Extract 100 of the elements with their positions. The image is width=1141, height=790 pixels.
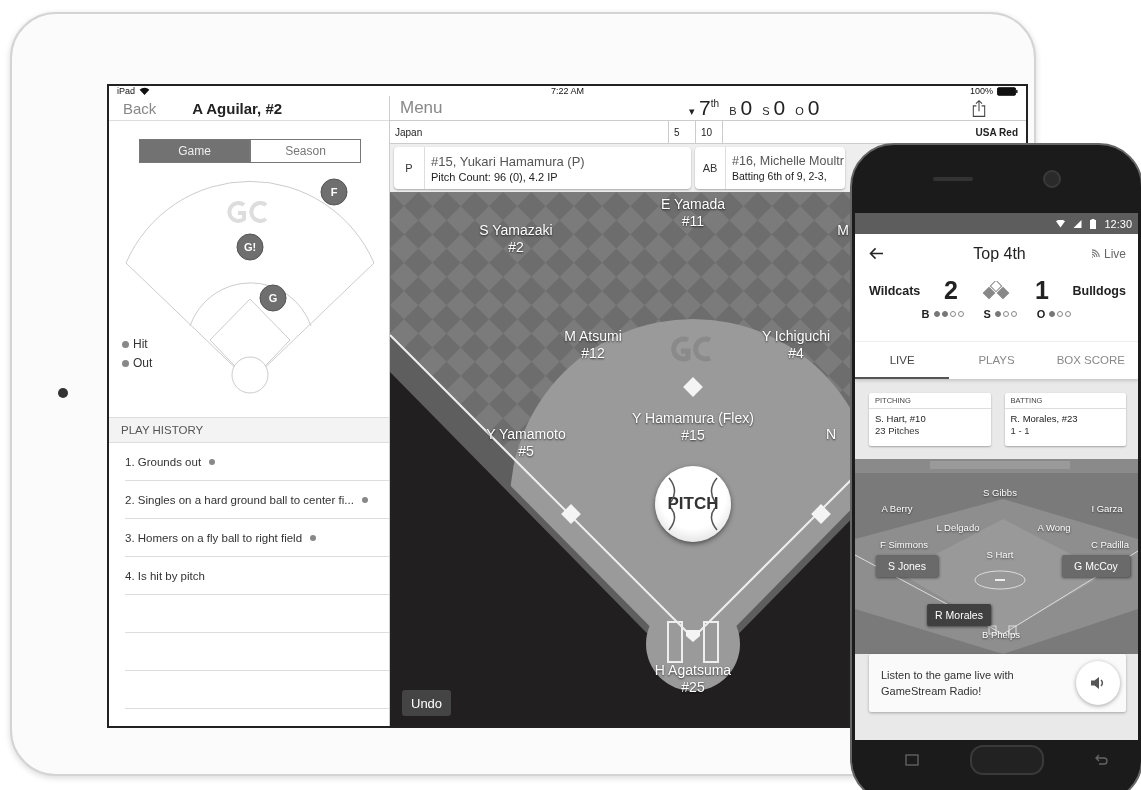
player-number: #15	[681, 427, 705, 444]
player-name[interactable]: S Yamazaki	[479, 222, 553, 239]
player-card[interactable]: P #15, Yukari Hamamura (P) Pitch Count: 96 (0), 4.2 IP	[394, 147, 691, 189]
share-icon[interactable]	[972, 98, 986, 118]
menu-button[interactable]: Menu	[400, 98, 443, 118]
player-label[interactable]: C Padilla	[1091, 538, 1129, 550]
radio-message: Listen to the game live with GameStream Radio!	[881, 668, 1015, 699]
player-chip[interactable]: G McCoy	[1062, 555, 1130, 577]
team-name: Japan	[390, 121, 669, 143]
tab[interactable]: BOX SCORE	[1043, 342, 1138, 379]
player-stats: Pitch Count: 96 (0), 4.2 IP	[431, 170, 559, 183]
section-header: PLAY HISTORY	[109, 417, 389, 443]
battery-icon	[997, 86, 1018, 96]
player-label[interactable]: F Simmons	[880, 538, 928, 550]
play-marker[interactable]: G	[259, 284, 287, 312]
player-number: #2	[508, 239, 524, 256]
back-arrow-icon[interactable]	[869, 247, 884, 260]
player-name: #15, Yukari Hamamura (P)	[431, 153, 585, 169]
battery-percent: 100%	[969, 86, 993, 96]
segment-tab[interactable]: Season	[250, 139, 361, 163]
count-label: B	[921, 308, 930, 320]
camera-dot	[58, 388, 68, 398]
count-value: 0	[773, 96, 786, 120]
wifi-icon	[1056, 219, 1066, 228]
base-marker	[811, 504, 831, 524]
logo-icon	[227, 201, 267, 223]
player-label[interactable]: I Garza	[1091, 502, 1123, 514]
player-name[interactable]: M	[837, 222, 849, 239]
count-value: 0	[807, 96, 820, 120]
player-name[interactable]: E Yamada	[660, 196, 726, 213]
player-number: #4	[788, 345, 804, 362]
live-label: Live	[1104, 246, 1126, 261]
team-score: 1	[1035, 276, 1049, 305]
player-number: #12	[581, 345, 605, 362]
player-number: #5	[518, 443, 534, 460]
battery-icon	[1090, 218, 1097, 229]
home-circle	[231, 356, 269, 394]
role-tag: P	[394, 147, 425, 189]
inning-number: 7$^{th}$	[699, 96, 720, 120]
player-stats: 1 - 1	[1009, 425, 1031, 436]
player-number: #11	[681, 213, 705, 230]
tab[interactable]: PLAYS	[949, 342, 1044, 379]
count-label: S	[762, 105, 770, 117]
speaker-button[interactable]	[1076, 661, 1120, 705]
count-label: B	[729, 105, 737, 117]
team-name: Bulldogs	[1072, 283, 1126, 298]
inning-marker: ▾	[689, 105, 696, 118]
status-time: 12:30	[1104, 217, 1132, 230]
broadcast-icon	[1091, 249, 1102, 258]
play-item[interactable]: 1. Grounds out	[125, 455, 202, 468]
player-title: A Aguilar, #2	[192, 99, 283, 117]
player-name[interactable]: Y Hamamura (Flex)	[632, 410, 754, 427]
count-label: O	[795, 105, 804, 117]
player-number: #25	[681, 679, 705, 696]
batter-chip[interactable]: R Morales	[927, 604, 991, 626]
player-label[interactable]: S Gibbs	[983, 486, 1017, 498]
score-cell: 5	[669, 121, 696, 143]
player-label[interactable]: A Berry	[881, 502, 913, 514]
inning-title: Top 4th	[973, 244, 1026, 263]
play-marker[interactable]: F	[320, 178, 348, 206]
base-marker	[561, 504, 581, 524]
speaker-icon	[1090, 676, 1106, 690]
legend-label: Hit	[133, 337, 148, 351]
player-stats: Batting 6th of 9, 2-3,	[732, 170, 828, 182]
team-name: USA Red	[974, 125, 1019, 140]
player-name: S. Hart, #10	[874, 412, 927, 425]
count-label: O	[1036, 308, 1046, 320]
player-label[interactable]: A Wong	[1037, 521, 1071, 533]
status-time: 7:22 AM	[551, 86, 584, 96]
player-label[interactable]: B Phelps	[982, 628, 1020, 640]
play-marker[interactable]: G!	[236, 233, 264, 261]
team-score: 2	[943, 276, 958, 305]
legend-label: Out	[133, 356, 153, 370]
play-item[interactable]: 3. Homers on a fly ball to right field	[125, 531, 303, 544]
player-name: R. Morales, #23	[1009, 412, 1079, 425]
signal-icon	[1073, 219, 1083, 228]
legend-dot	[122, 359, 129, 367]
player-chip[interactable]: S Jones	[876, 555, 938, 577]
back-icon[interactable]	[1094, 753, 1108, 767]
undo-button[interactable]: Undo	[402, 690, 452, 716]
wifi-icon	[139, 87, 150, 95]
player-name[interactable]: H Agatsuma	[654, 662, 732, 679]
count-label: S	[983, 308, 991, 320]
legend-dot	[122, 340, 129, 348]
player-label[interactable]: S Hart	[986, 548, 1014, 560]
play-item[interactable]: 2. Singles on a hard ground ball to center fi...	[125, 493, 354, 506]
back-button[interactable]: Back	[123, 99, 157, 117]
player-card[interactable]: AB #16, Michelle Moultr Batting 6th of 9, 2-3,	[695, 147, 845, 189]
player-name: #16, Michelle Moultr	[732, 154, 844, 168]
play-item[interactable]: 4. Is hit by pitch	[125, 569, 205, 582]
count-value: 0	[740, 96, 753, 120]
camera-lens	[1042, 170, 1061, 188]
segment-tab[interactable]: Game	[139, 139, 250, 163]
player-label[interactable]: L Delgado	[936, 521, 980, 533]
player-name[interactable]: M Atsumi	[564, 328, 622, 345]
device-name: iPad	[117, 86, 135, 96]
player-name[interactable]: Y Ichiguchi	[761, 328, 831, 345]
player-name[interactable]: N	[825, 426, 837, 443]
player-stats: 23 Pitches	[874, 425, 921, 436]
tab[interactable]: LIVE	[855, 342, 950, 379]
